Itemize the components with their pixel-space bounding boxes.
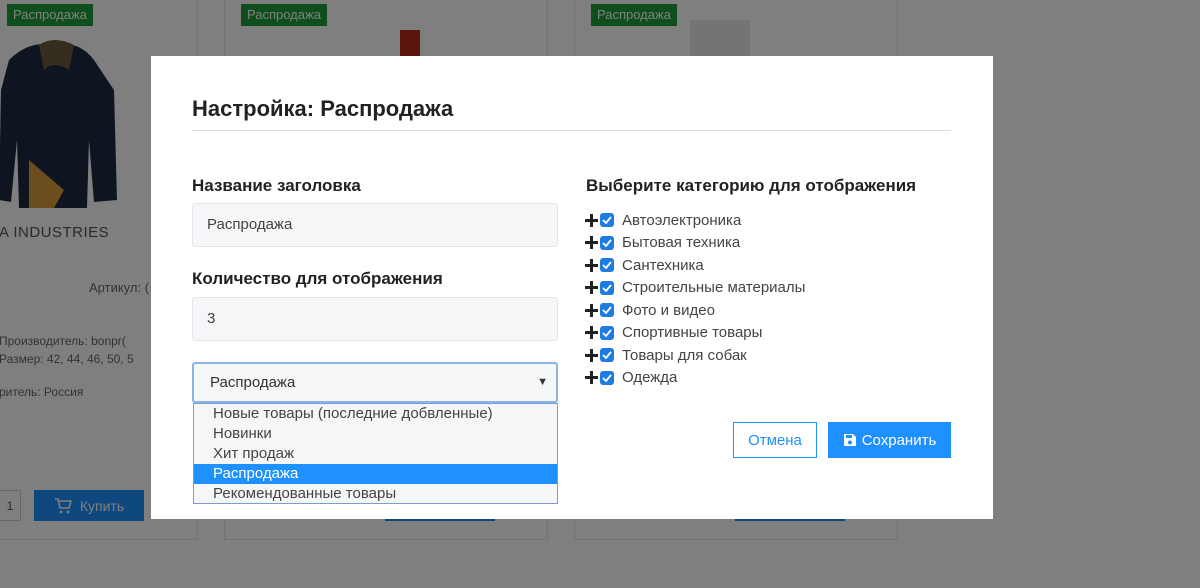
heading-field-label: Название заголовка bbox=[192, 176, 361, 195]
expand-plus-icon[interactable] bbox=[585, 281, 598, 295]
expand-plus-icon[interactable] bbox=[585, 236, 598, 250]
dropdown-option[interactable]: Новинки bbox=[194, 424, 557, 444]
category-label: Спортивные товары bbox=[622, 324, 763, 342]
category-item: Строительные материалы bbox=[585, 277, 805, 300]
checkbox-checked-icon[interactable] bbox=[600, 213, 614, 228]
type-dropdown-list: Новые товары (последние добвленные) Нови… bbox=[193, 403, 558, 504]
category-item: Автоэлектроника bbox=[585, 209, 805, 232]
category-tree: Автоэлектроника Бытовая техника Сантехни… bbox=[585, 209, 805, 389]
type-select[interactable]: Распродажа ▼ bbox=[192, 362, 558, 403]
save-button-label: Сохранить bbox=[861, 431, 937, 449]
category-label: Строительные материалы bbox=[622, 279, 806, 297]
save-icon bbox=[843, 434, 856, 446]
heading-input[interactable]: Распродажа bbox=[192, 203, 558, 247]
modal-title: Настройка: Распродажа bbox=[192, 96, 454, 121]
settings-modal: Настройка: Распродажа Название заголовка… bbox=[151, 56, 993, 519]
dropdown-arrow-icon: ▼ bbox=[537, 376, 548, 388]
expand-plus-icon[interactable] bbox=[585, 213, 598, 227]
category-label: Одежда bbox=[622, 369, 678, 387]
checkbox-checked-icon[interactable] bbox=[600, 325, 614, 340]
category-item: Фото и видео bbox=[585, 299, 805, 322]
dropdown-option[interactable]: Рекомендованные товары bbox=[194, 484, 557, 504]
category-item: Товары для собак bbox=[585, 344, 805, 367]
category-item: Сантехника bbox=[585, 254, 805, 277]
type-select-value: Распродажа bbox=[210, 374, 296, 391]
expand-plus-icon[interactable] bbox=[585, 326, 598, 340]
save-button[interactable]: Сохранить bbox=[828, 422, 951, 458]
category-label: Бытовая техника bbox=[622, 234, 741, 252]
category-item: Одежда bbox=[585, 367, 805, 390]
categories-heading: Выберите категорию для отображения bbox=[586, 176, 917, 195]
expand-plus-icon[interactable] bbox=[585, 371, 598, 385]
expand-plus-icon[interactable] bbox=[585, 348, 598, 362]
category-item: Спортивные товары bbox=[585, 322, 805, 345]
count-input[interactable]: 3 bbox=[192, 297, 558, 341]
checkbox-checked-icon[interactable] bbox=[600, 370, 614, 385]
dropdown-option-selected[interactable]: Распродажа bbox=[194, 464, 557, 484]
checkbox-checked-icon[interactable] bbox=[600, 348, 614, 363]
checkbox-checked-icon[interactable] bbox=[600, 258, 614, 273]
category-label: Автоэлектроника bbox=[622, 211, 742, 229]
count-field-label: Количество для отображения bbox=[192, 269, 443, 288]
checkbox-checked-icon[interactable] bbox=[600, 280, 614, 295]
category-item: Бытовая техника bbox=[585, 232, 805, 255]
checkbox-checked-icon[interactable] bbox=[600, 303, 614, 318]
category-label: Фото и видео bbox=[622, 301, 715, 319]
cancel-button[interactable]: Отмена bbox=[733, 422, 817, 458]
category-label: Товары для собак bbox=[622, 346, 747, 364]
checkbox-checked-icon[interactable] bbox=[600, 235, 614, 250]
cancel-button-label: Отмена bbox=[748, 431, 802, 449]
expand-plus-icon[interactable] bbox=[585, 258, 598, 272]
dropdown-option[interactable]: Новые товары (последние добвленные) bbox=[194, 404, 557, 424]
expand-plus-icon[interactable] bbox=[585, 303, 598, 317]
title-divider bbox=[192, 130, 951, 131]
category-label: Сантехника bbox=[622, 256, 704, 274]
dropdown-option[interactable]: Хит продаж bbox=[194, 444, 557, 464]
